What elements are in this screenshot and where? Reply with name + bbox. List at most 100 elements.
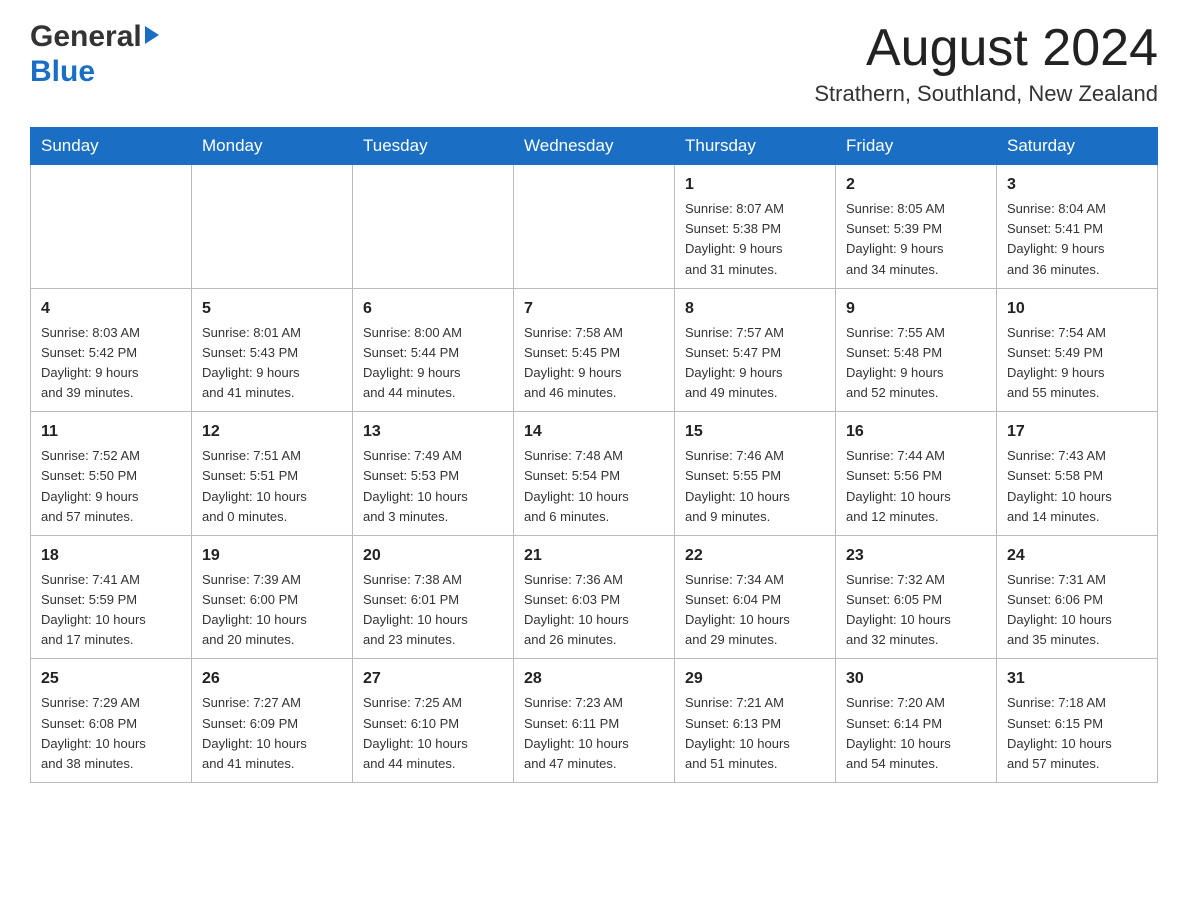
day-info: Sunrise: 7:34 AMSunset: 6:04 PMDaylight:… xyxy=(685,570,825,651)
table-row xyxy=(192,165,353,289)
table-row: 2Sunrise: 8:05 AMSunset: 5:39 PMDaylight… xyxy=(836,165,997,289)
day-number: 25 xyxy=(41,667,181,691)
day-info: Sunrise: 7:43 AMSunset: 5:58 PMDaylight:… xyxy=(1007,446,1147,527)
page-header: General Blue August 2024 Strathern, Sout… xyxy=(30,20,1158,107)
day-number: 3 xyxy=(1007,173,1147,197)
day-number: 26 xyxy=(202,667,342,691)
calendar-table: Sunday Monday Tuesday Wednesday Thursday… xyxy=(30,127,1158,783)
day-number: 5 xyxy=(202,297,342,321)
table-row: 11Sunrise: 7:52 AMSunset: 5:50 PMDayligh… xyxy=(31,412,192,536)
logo: General Blue xyxy=(30,20,159,89)
day-number: 1 xyxy=(685,173,825,197)
day-number: 28 xyxy=(524,667,664,691)
day-info: Sunrise: 7:27 AMSunset: 6:09 PMDaylight:… xyxy=(202,693,342,774)
logo-arrow-icon xyxy=(145,26,159,44)
table-row: 5Sunrise: 8:01 AMSunset: 5:43 PMDaylight… xyxy=(192,288,353,412)
day-number: 2 xyxy=(846,173,986,197)
day-number: 6 xyxy=(363,297,503,321)
day-number: 24 xyxy=(1007,544,1147,568)
table-row: 18Sunrise: 7:41 AMSunset: 5:59 PMDayligh… xyxy=(31,535,192,659)
day-number: 15 xyxy=(685,420,825,444)
day-info: Sunrise: 7:31 AMSunset: 6:06 PMDaylight:… xyxy=(1007,570,1147,651)
day-info: Sunrise: 7:44 AMSunset: 5:56 PMDaylight:… xyxy=(846,446,986,527)
location-text: Strathern, Southland, New Zealand xyxy=(814,81,1158,107)
table-row: 26Sunrise: 7:27 AMSunset: 6:09 PMDayligh… xyxy=(192,659,353,783)
day-info: Sunrise: 7:54 AMSunset: 5:49 PMDaylight:… xyxy=(1007,323,1147,404)
day-number: 13 xyxy=(363,420,503,444)
table-row: 20Sunrise: 7:38 AMSunset: 6:01 PMDayligh… xyxy=(353,535,514,659)
table-row: 31Sunrise: 7:18 AMSunset: 6:15 PMDayligh… xyxy=(997,659,1158,783)
day-info: Sunrise: 7:23 AMSunset: 6:11 PMDaylight:… xyxy=(524,693,664,774)
day-info: Sunrise: 7:38 AMSunset: 6:01 PMDaylight:… xyxy=(363,570,503,651)
table-row: 12Sunrise: 7:51 AMSunset: 5:51 PMDayligh… xyxy=(192,412,353,536)
day-number: 30 xyxy=(846,667,986,691)
day-number: 11 xyxy=(41,420,181,444)
day-info: Sunrise: 7:25 AMSunset: 6:10 PMDaylight:… xyxy=(363,693,503,774)
table-row: 1Sunrise: 8:07 AMSunset: 5:38 PMDaylight… xyxy=(675,165,836,289)
calendar-week-row: 11Sunrise: 7:52 AMSunset: 5:50 PMDayligh… xyxy=(31,412,1158,536)
table-row: 14Sunrise: 7:48 AMSunset: 5:54 PMDayligh… xyxy=(514,412,675,536)
table-row: 13Sunrise: 7:49 AMSunset: 5:53 PMDayligh… xyxy=(353,412,514,536)
day-info: Sunrise: 8:04 AMSunset: 5:41 PMDaylight:… xyxy=(1007,199,1147,280)
col-monday: Monday xyxy=(192,128,353,165)
day-info: Sunrise: 7:58 AMSunset: 5:45 PMDaylight:… xyxy=(524,323,664,404)
month-title: August 2024 xyxy=(814,20,1158,77)
day-number: 9 xyxy=(846,297,986,321)
table-row: 23Sunrise: 7:32 AMSunset: 6:05 PMDayligh… xyxy=(836,535,997,659)
col-thursday: Thursday xyxy=(675,128,836,165)
table-row: 30Sunrise: 7:20 AMSunset: 6:14 PMDayligh… xyxy=(836,659,997,783)
table-row: 9Sunrise: 7:55 AMSunset: 5:48 PMDaylight… xyxy=(836,288,997,412)
day-number: 8 xyxy=(685,297,825,321)
table-row: 16Sunrise: 7:44 AMSunset: 5:56 PMDayligh… xyxy=(836,412,997,536)
day-info: Sunrise: 7:20 AMSunset: 6:14 PMDaylight:… xyxy=(846,693,986,774)
table-row: 27Sunrise: 7:25 AMSunset: 6:10 PMDayligh… xyxy=(353,659,514,783)
calendar-week-row: 18Sunrise: 7:41 AMSunset: 5:59 PMDayligh… xyxy=(31,535,1158,659)
table-row: 4Sunrise: 8:03 AMSunset: 5:42 PMDaylight… xyxy=(31,288,192,412)
col-tuesday: Tuesday xyxy=(353,128,514,165)
day-info: Sunrise: 7:46 AMSunset: 5:55 PMDaylight:… xyxy=(685,446,825,527)
day-number: 7 xyxy=(524,297,664,321)
day-number: 23 xyxy=(846,544,986,568)
calendar-week-row: 1Sunrise: 8:07 AMSunset: 5:38 PMDaylight… xyxy=(31,165,1158,289)
day-number: 12 xyxy=(202,420,342,444)
day-number: 18 xyxy=(41,544,181,568)
day-info: Sunrise: 7:29 AMSunset: 6:08 PMDaylight:… xyxy=(41,693,181,774)
table-row: 6Sunrise: 8:00 AMSunset: 5:44 PMDaylight… xyxy=(353,288,514,412)
day-number: 22 xyxy=(685,544,825,568)
calendar-week-row: 4Sunrise: 8:03 AMSunset: 5:42 PMDaylight… xyxy=(31,288,1158,412)
table-row: 8Sunrise: 7:57 AMSunset: 5:47 PMDaylight… xyxy=(675,288,836,412)
table-row: 10Sunrise: 7:54 AMSunset: 5:49 PMDayligh… xyxy=(997,288,1158,412)
day-info: Sunrise: 7:49 AMSunset: 5:53 PMDaylight:… xyxy=(363,446,503,527)
day-info: Sunrise: 7:39 AMSunset: 6:00 PMDaylight:… xyxy=(202,570,342,651)
table-row: 24Sunrise: 7:31 AMSunset: 6:06 PMDayligh… xyxy=(997,535,1158,659)
calendar-header-row: Sunday Monday Tuesday Wednesday Thursday… xyxy=(31,128,1158,165)
table-row: 17Sunrise: 7:43 AMSunset: 5:58 PMDayligh… xyxy=(997,412,1158,536)
day-number: 14 xyxy=(524,420,664,444)
table-row: 7Sunrise: 7:58 AMSunset: 5:45 PMDaylight… xyxy=(514,288,675,412)
day-info: Sunrise: 7:21 AMSunset: 6:13 PMDaylight:… xyxy=(685,693,825,774)
day-number: 10 xyxy=(1007,297,1147,321)
day-number: 16 xyxy=(846,420,986,444)
table-row: 29Sunrise: 7:21 AMSunset: 6:13 PMDayligh… xyxy=(675,659,836,783)
day-number: 20 xyxy=(363,544,503,568)
day-info: Sunrise: 8:01 AMSunset: 5:43 PMDaylight:… xyxy=(202,323,342,404)
day-info: Sunrise: 7:32 AMSunset: 6:05 PMDaylight:… xyxy=(846,570,986,651)
day-number: 17 xyxy=(1007,420,1147,444)
day-number: 29 xyxy=(685,667,825,691)
table-row: 15Sunrise: 7:46 AMSunset: 5:55 PMDayligh… xyxy=(675,412,836,536)
title-section: August 2024 Strathern, Southland, New Ze… xyxy=(814,20,1158,107)
day-info: Sunrise: 7:36 AMSunset: 6:03 PMDaylight:… xyxy=(524,570,664,651)
table-row: 25Sunrise: 7:29 AMSunset: 6:08 PMDayligh… xyxy=(31,659,192,783)
col-saturday: Saturday xyxy=(997,128,1158,165)
day-info: Sunrise: 8:03 AMSunset: 5:42 PMDaylight:… xyxy=(41,323,181,404)
table-row xyxy=(31,165,192,289)
day-info: Sunrise: 7:55 AMSunset: 5:48 PMDaylight:… xyxy=(846,323,986,404)
table-row: 3Sunrise: 8:04 AMSunset: 5:41 PMDaylight… xyxy=(997,165,1158,289)
calendar-week-row: 25Sunrise: 7:29 AMSunset: 6:08 PMDayligh… xyxy=(31,659,1158,783)
day-info: Sunrise: 7:52 AMSunset: 5:50 PMDaylight:… xyxy=(41,446,181,527)
table-row: 21Sunrise: 7:36 AMSunset: 6:03 PMDayligh… xyxy=(514,535,675,659)
col-sunday: Sunday xyxy=(31,128,192,165)
day-info: Sunrise: 8:00 AMSunset: 5:44 PMDaylight:… xyxy=(363,323,503,404)
col-friday: Friday xyxy=(836,128,997,165)
table-row: 19Sunrise: 7:39 AMSunset: 6:00 PMDayligh… xyxy=(192,535,353,659)
